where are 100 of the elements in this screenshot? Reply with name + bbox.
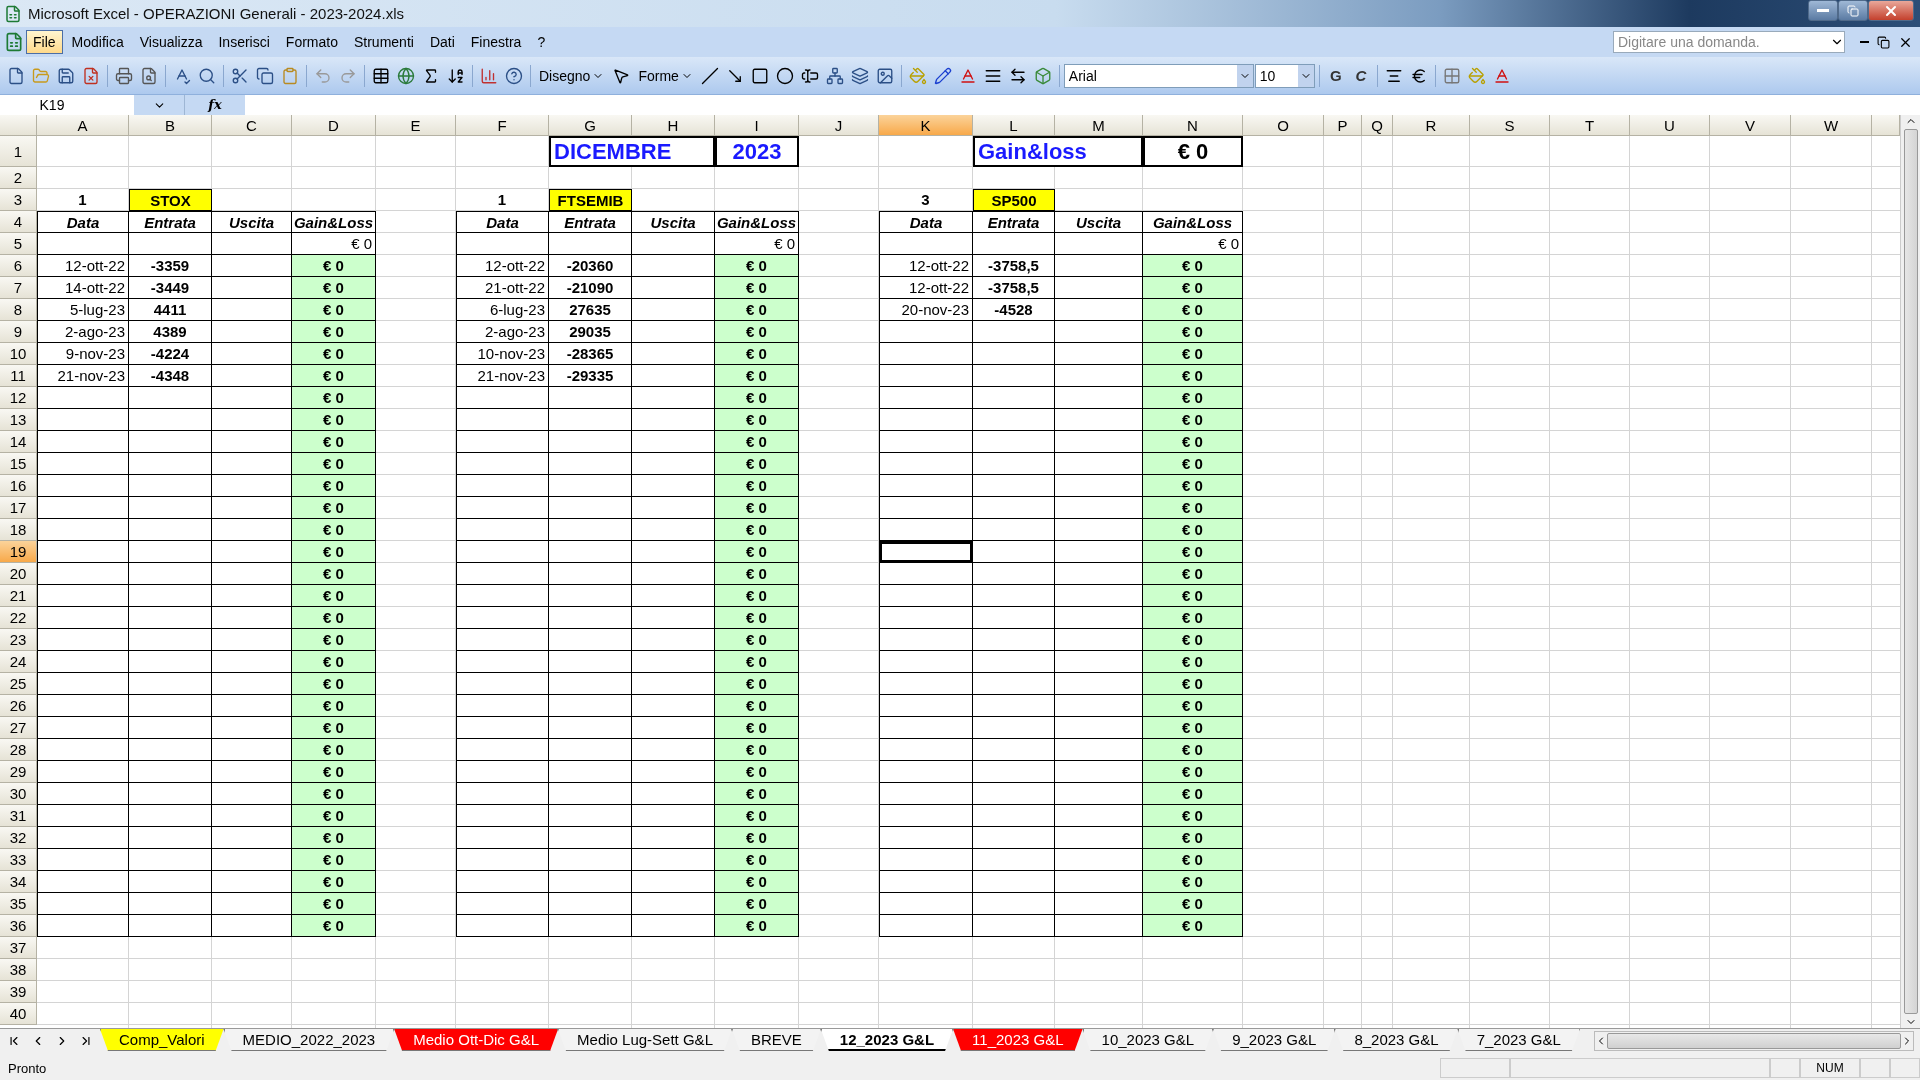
column-header[interactable]: I bbox=[715, 115, 799, 136]
row-header[interactable]: 5 bbox=[0, 233, 37, 255]
shapes-menu[interactable]: Forme bbox=[634, 67, 697, 84]
menu-item[interactable]: ? bbox=[530, 30, 553, 54]
row-header[interactable]: 34 bbox=[0, 871, 37, 893]
column-header[interactable]: F bbox=[456, 115, 549, 136]
column-header[interactable]: B bbox=[129, 115, 212, 136]
column-header[interactable]: P bbox=[1324, 115, 1362, 136]
column-header[interactable]: Q bbox=[1362, 115, 1393, 136]
column-header[interactable]: V bbox=[1710, 115, 1791, 136]
row-header[interactable]: 28 bbox=[0, 739, 37, 761]
sheet-tab[interactable]: MEDIO_2022_2023 bbox=[223, 1029, 395, 1051]
menu-item[interactable]: Strumenti bbox=[346, 30, 421, 54]
row-header[interactable]: 30 bbox=[0, 783, 37, 805]
row-header[interactable]: 21 bbox=[0, 585, 37, 607]
bold-button[interactable]: G bbox=[1323, 67, 1348, 84]
column-header[interactable]: C bbox=[212, 115, 292, 136]
minimize-button[interactable] bbox=[1808, 0, 1838, 21]
italic-button[interactable]: C bbox=[1348, 67, 1373, 84]
row-header[interactable]: 38 bbox=[0, 959, 37, 981]
menu-item[interactable]: Modifica bbox=[64, 30, 131, 54]
sheet-tab[interactable]: 9_2023 G&L bbox=[1213, 1029, 1336, 1051]
column-header[interactable]: R bbox=[1393, 115, 1470, 136]
menu-item[interactable]: Formato bbox=[278, 30, 345, 54]
column-header[interactable]: L bbox=[973, 115, 1055, 136]
row-header[interactable]: 16 bbox=[0, 475, 37, 497]
row-header[interactable]: 18 bbox=[0, 519, 37, 541]
column-header[interactable]: H bbox=[632, 115, 715, 136]
row-header[interactable]: 2 bbox=[0, 167, 37, 189]
restore-button[interactable] bbox=[1874, 35, 1893, 49]
font-size-box[interactable]: 10 bbox=[1254, 63, 1315, 88]
row-header[interactable]: 11 bbox=[0, 365, 37, 387]
row-header[interactable]: 20 bbox=[0, 563, 37, 585]
row-header[interactable]: 35 bbox=[0, 893, 37, 915]
row-header[interactable]: 37 bbox=[0, 937, 37, 959]
sheet-tab[interactable]: Medio Lug-Sett G&L bbox=[558, 1029, 732, 1051]
row-header[interactable]: 29 bbox=[0, 761, 37, 783]
row-header[interactable]: 31 bbox=[0, 805, 37, 827]
column-header[interactable]: A bbox=[37, 115, 129, 136]
column-header[interactable]: E bbox=[376, 115, 456, 136]
function-button[interactable]: fx bbox=[185, 95, 245, 115]
sheet-tab[interactable]: 10_2023 G&L bbox=[1082, 1029, 1214, 1051]
row-header[interactable]: 14 bbox=[0, 431, 37, 453]
row-header[interactable]: 13 bbox=[0, 409, 37, 431]
column-header[interactable]: N bbox=[1143, 115, 1243, 136]
minimize-button[interactable] bbox=[1857, 41, 1872, 43]
column-header[interactable]: O bbox=[1243, 115, 1324, 136]
sheet-tab[interactable]: 12_2023 G&L bbox=[820, 1029, 954, 1051]
sheet-tab[interactable]: Medio Ott-Dic G&L bbox=[394, 1029, 559, 1051]
column-header[interactable]: K bbox=[879, 115, 973, 136]
row-header[interactable]: 8 bbox=[0, 299, 37, 321]
row-header[interactable]: 1 bbox=[0, 136, 37, 167]
font-name-box[interactable]: Arial bbox=[1063, 63, 1254, 88]
scroll-thumb[interactable] bbox=[1903, 129, 1918, 1014]
row-header[interactable]: 17 bbox=[0, 497, 37, 519]
row-header[interactable]: 3 bbox=[0, 189, 37, 211]
row-header[interactable]: 36 bbox=[0, 915, 37, 937]
row-header[interactable]: 25 bbox=[0, 673, 37, 695]
row-header[interactable]: 4 bbox=[0, 211, 37, 233]
sheet-tab[interactable]: 7_2023 G&L bbox=[1457, 1029, 1580, 1051]
menu-item[interactable]: Finestra bbox=[463, 30, 529, 54]
selected-cell[interactable] bbox=[879, 541, 973, 563]
workbook-icon[interactable] bbox=[4, 32, 24, 52]
row-header[interactable]: 40 bbox=[0, 1003, 37, 1025]
menu-item[interactable]: File bbox=[26, 30, 63, 54]
row-header[interactable]: 7 bbox=[0, 277, 37, 299]
menu-item[interactable]: Visualizza bbox=[132, 30, 210, 54]
column-header[interactable]: M bbox=[1055, 115, 1143, 136]
row-header[interactable]: 6 bbox=[0, 255, 37, 277]
row-header[interactable]: 24 bbox=[0, 651, 37, 673]
row-header[interactable]: 33 bbox=[0, 849, 37, 871]
row-header[interactable]: 23 bbox=[0, 629, 37, 651]
sheet-tab[interactable]: Comp_Valori bbox=[100, 1029, 224, 1051]
drawing-menu[interactable]: Disegno bbox=[535, 67, 609, 84]
row-header[interactable]: 9 bbox=[0, 321, 37, 343]
help-search-field[interactable]: Digitare una domanda. bbox=[1613, 31, 1845, 53]
sheet-tab[interactable]: 11_2023 G&L bbox=[953, 1029, 1083, 1051]
menu-item[interactable]: Inserisci bbox=[211, 30, 277, 54]
row-header[interactable]: 10 bbox=[0, 343, 37, 365]
horizontal-scrollbar[interactable] bbox=[1593, 1031, 1914, 1051]
column-header[interactable]: D bbox=[292, 115, 376, 136]
row-header[interactable]: 19 bbox=[0, 541, 37, 563]
column-header[interactable]: J bbox=[799, 115, 879, 136]
column-header[interactable]: W bbox=[1791, 115, 1872, 136]
column-header[interactable]: S bbox=[1470, 115, 1550, 136]
menu-item[interactable]: Dati bbox=[422, 30, 462, 54]
column-header[interactable]: G bbox=[549, 115, 632, 136]
row-header[interactable]: 32 bbox=[0, 827, 37, 849]
sheet-tab[interactable]: 8_2023 G&L bbox=[1335, 1029, 1458, 1051]
column-header[interactable]: U bbox=[1630, 115, 1710, 136]
row-header[interactable]: 39 bbox=[0, 981, 37, 1003]
row-header[interactable]: 12 bbox=[0, 387, 37, 409]
row-header[interactable]: 15 bbox=[0, 453, 37, 475]
sheet-tab[interactable]: BREVE bbox=[732, 1029, 821, 1051]
scroll-thumb[interactable] bbox=[1606, 1033, 1901, 1049]
row-header[interactable]: 22 bbox=[0, 607, 37, 629]
row-header[interactable]: 27 bbox=[0, 717, 37, 739]
column-header[interactable]: T bbox=[1550, 115, 1630, 136]
row-header[interactable]: 26 bbox=[0, 695, 37, 717]
vertical-scrollbar[interactable] bbox=[1900, 115, 1920, 1028]
